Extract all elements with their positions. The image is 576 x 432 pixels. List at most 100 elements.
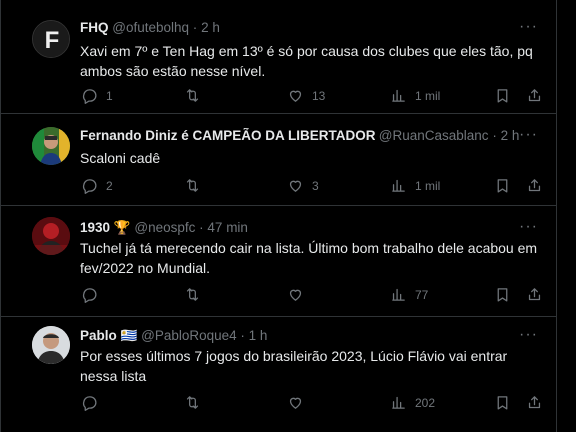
display-name[interactable]: FHQ — [80, 20, 109, 35]
reply-icon — [82, 288, 97, 303]
timestamp[interactable]: 2 h — [201, 20, 220, 35]
reply-button[interactable]: 2 — [81, 177, 113, 194]
avatar[interactable] — [32, 217, 70, 255]
uruguay-flag-icon: 🇺🇾 — [120, 328, 138, 343]
retweet-icon — [186, 179, 199, 192]
profile-photo-icon — [32, 326, 70, 364]
more-icon[interactable]: ··· — [519, 18, 538, 36]
reply-icon — [82, 89, 97, 104]
views-count: 1 mil — [415, 178, 441, 193]
views-button[interactable]: 77 — [390, 286, 428, 303]
like-icon — [289, 397, 302, 409]
reply-button[interactable]: 1 — [81, 87, 113, 104]
views-count: 1 mil — [415, 88, 441, 103]
bookmark-icon — [497, 288, 508, 302]
like-button[interactable]: 3 — [287, 177, 319, 194]
tweet-header: FHQ @ofutebolhq · 2 h — [80, 20, 220, 35]
share-icon — [528, 396, 541, 409]
views-button[interactable]: 1 mil — [390, 177, 440, 194]
avatar[interactable] — [32, 326, 70, 364]
bookmark-icon — [497, 89, 508, 103]
share-button[interactable] — [526, 394, 543, 411]
timestamp[interactable]: 47 min — [207, 220, 248, 235]
avatar[interactable] — [32, 127, 70, 165]
retweet-button[interactable] — [184, 87, 209, 104]
display-name[interactable]: Fernando Diniz é CAMPEÃO DA LIBERTADORES — [80, 128, 375, 143]
like-count: 3 — [312, 178, 319, 193]
views-button[interactable]: 1 mil — [390, 87, 440, 104]
retweet-button[interactable] — [184, 394, 209, 411]
tweet-text: Tuchel já tá merecendo cair na lista. Úl… — [80, 240, 538, 276]
like-button[interactable]: 13 — [287, 87, 325, 104]
like-icon — [289, 180, 302, 192]
tweet-actions: 77 — [1, 286, 556, 306]
timestamp[interactable]: 2 h — [501, 128, 520, 143]
separator: · — [492, 128, 497, 143]
views-count: 77 — [415, 287, 429, 302]
tweet-card[interactable]: F FHQ @ofutebolhq · 2 h ··· Xavi em 7º e… — [1, 8, 556, 114]
handle[interactable]: @neospfc — [134, 220, 195, 235]
profile-photo-icon — [32, 217, 70, 255]
views-icon — [392, 89, 405, 102]
reply-count: 1 — [106, 88, 113, 103]
bookmark-icon — [497, 396, 508, 410]
handle[interactable]: @PabloRoque4 — [141, 328, 237, 343]
retweet-button[interactable] — [184, 286, 209, 303]
views-icon — [392, 179, 405, 192]
views-button[interactable]: 202 — [390, 394, 435, 411]
tweet-header: Pablo 🇺🇾 @PabloRoque4 · 1 h — [80, 328, 267, 344]
tweet-text: Scaloni cadê — [80, 150, 161, 166]
more-icon[interactable]: ··· — [519, 218, 538, 236]
trophy-icon: 🏆 — [113, 220, 131, 235]
share-icon — [528, 288, 541, 301]
handle[interactable]: @RuanCasablanc — [379, 128, 489, 143]
views-count: 202 — [415, 395, 436, 410]
bookmark-button[interactable] — [494, 177, 511, 194]
retweet-button[interactable] — [184, 177, 209, 194]
tweet-card[interactable]: Fernando Diniz é CAMPEÃO DA LIBERTADORES… — [1, 114, 556, 206]
retweet-icon — [186, 89, 199, 102]
display-name[interactable]: 1930 — [80, 220, 110, 235]
tweet-header: Fernando Diniz é CAMPEÃO DA LIBERTADORES… — [80, 128, 519, 143]
reply-button[interactable] — [81, 394, 106, 411]
more-icon[interactable]: ··· — [519, 126, 538, 144]
display-name[interactable]: Pablo — [80, 328, 117, 343]
reply-count: 2 — [106, 178, 113, 193]
bookmark-button[interactable] — [494, 394, 511, 411]
tweet-card[interactable]: Pablo 🇺🇾 @PabloRoque4 · 1 h ··· Por esse… — [1, 317, 556, 432]
like-icon — [289, 289, 302, 301]
tweet-text: Xavi em 7º e Ten Hag em 13º é só por cau… — [80, 43, 533, 79]
like-icon — [289, 90, 302, 102]
timestamp[interactable]: 1 h — [249, 328, 268, 343]
tweet-actions: 1 13 1 mil — [1, 87, 556, 107]
more-icon[interactable]: ··· — [519, 326, 538, 344]
retweet-icon — [186, 396, 199, 409]
tweet-card[interactable]: 1930 🏆 @neospfc · 47 min ··· Tuchel já t… — [1, 206, 556, 317]
bookmark-button[interactable] — [494, 286, 511, 303]
tweet-header: 1930 🏆 @neospfc · 47 min — [80, 220, 248, 236]
svg-text:F: F — [45, 27, 60, 54]
reply-icon — [82, 396, 97, 411]
separator: · — [199, 220, 204, 235]
fhq-logo-icon: F — [33, 21, 69, 57]
share-button[interactable] — [526, 87, 543, 104]
tweet-actions: 202 — [1, 394, 556, 414]
bookmark-icon — [497, 179, 508, 193]
profile-photo-icon — [32, 127, 70, 165]
share-button[interactable] — [526, 286, 543, 303]
bookmark-button[interactable] — [494, 87, 511, 104]
handle[interactable]: @ofutebolhq — [112, 20, 189, 35]
column-border-right — [556, 0, 557, 432]
views-icon — [392, 288, 405, 301]
like-button[interactable] — [287, 286, 312, 303]
tweet-actions: 2 3 1 mil — [1, 177, 556, 197]
share-button[interactable] — [526, 177, 543, 194]
timeline-feed: F FHQ @ofutebolhq · 2 h ··· Xavi em 7º e… — [0, 0, 576, 432]
reply-icon — [82, 179, 97, 194]
share-icon — [528, 89, 541, 102]
reply-button[interactable] — [81, 286, 106, 303]
avatar[interactable]: F — [32, 20, 70, 58]
like-count: 13 — [312, 88, 326, 103]
like-button[interactable] — [287, 394, 312, 411]
views-icon — [392, 396, 405, 409]
